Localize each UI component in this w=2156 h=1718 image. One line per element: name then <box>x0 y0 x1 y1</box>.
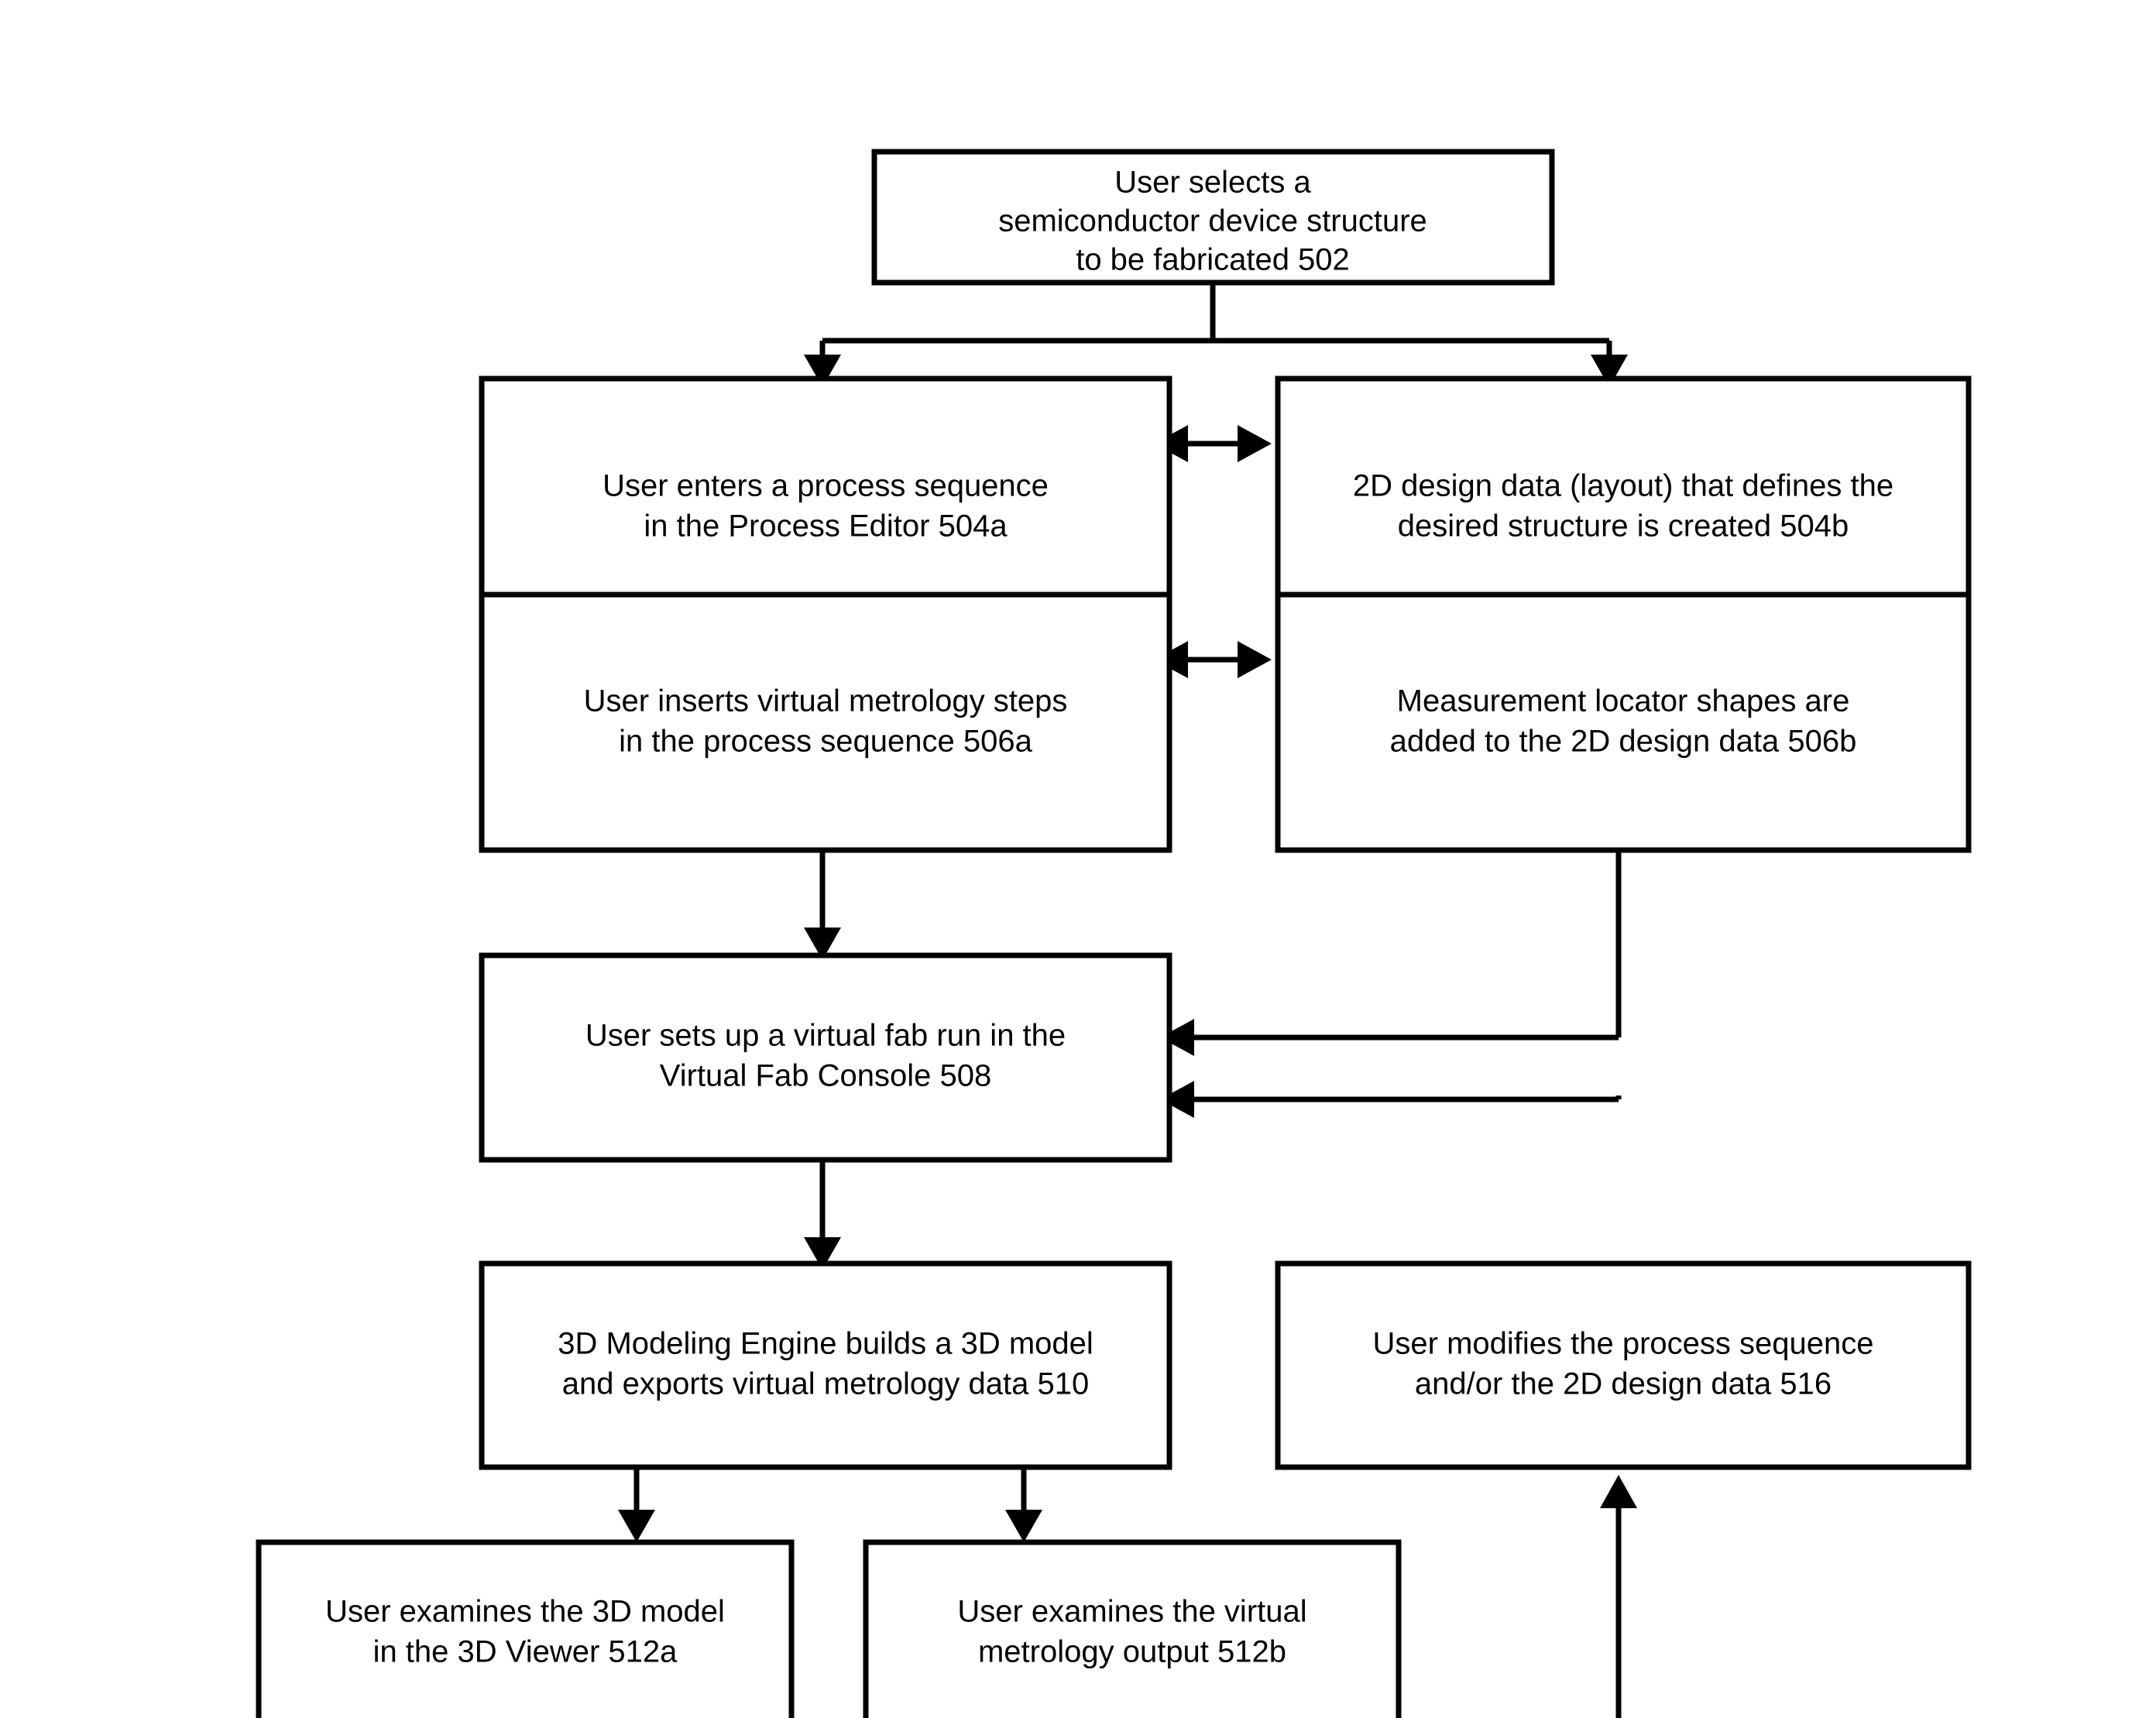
flowchart-page: User selects a semiconductor device stru… <box>0 0 2156 1718</box>
node-506b-box[interactable] <box>1275 592 1972 853</box>
node-506b-line1: Measurement locator shapes are <box>1397 684 1850 718</box>
arrowhead-510-to-512b <box>1005 1510 1042 1542</box>
node-512b-line1: User examines the virtual <box>957 1595 1306 1629</box>
node-512a-line2: in the 3D Viewer 512a <box>373 1635 678 1669</box>
node-516-box[interactable] <box>1275 1260 1972 1470</box>
node-508[interactable]: User sets up a virtual fab run in the Vi… <box>479 952 1172 1163</box>
node-506a-box[interactable] <box>479 592 1172 853</box>
node-506a-line1: User inserts virtual metrology steps <box>584 684 1068 718</box>
node-516-line1: User modifies the process sequence <box>1373 1327 1874 1361</box>
node-516[interactable]: User modifies the process sequence and/o… <box>1275 1260 1972 1470</box>
node-504b-line1: 2D design data (layout) that defines the <box>1353 469 1893 503</box>
node-502-line3: to be fabricated 502 <box>1076 243 1350 277</box>
node-512b-line2: metrology output 512b <box>978 1635 1286 1669</box>
node-506a-line2: in the process sequence 506a <box>619 725 1032 759</box>
arrowhead-no-to-516 <box>1600 1475 1637 1508</box>
node-510-line2: and exports virtual metrology data 510 <box>562 1367 1089 1401</box>
flowchart-svg: User selects a semiconductor device stru… <box>256 149 1972 1718</box>
node-512b-box[interactable] <box>863 1539 1402 1718</box>
node-506a[interactable]: User inserts virtual metrology steps in … <box>479 592 1172 853</box>
node-504b-line2: desired structure is created 504b <box>1398 509 1849 544</box>
node-502-line1: User selects a <box>1114 166 1311 200</box>
node-506b-line2: added to the 2D design data 506b <box>1390 725 1857 759</box>
node-512b[interactable]: User examines the virtual metrology outp… <box>863 1539 1402 1718</box>
arrowhead-504a-to-504b <box>1238 425 1272 462</box>
node-504a-line2: in the Process Editor 504a <box>644 509 1008 544</box>
node-512a[interactable]: User examines the 3D model in the 3D Vie… <box>256 1539 795 1718</box>
node-502[interactable]: User selects a semiconductor device stru… <box>871 149 1555 286</box>
node-508-box[interactable] <box>479 952 1172 1163</box>
arrowhead-510-to-512a <box>618 1510 655 1542</box>
node-510-box[interactable] <box>479 1260 1172 1470</box>
node-508-line1: User sets up a virtual fab run in the <box>585 1019 1066 1053</box>
node-512a-box[interactable] <box>256 1539 795 1718</box>
node-516-line2: and/or the 2D design data 516 <box>1415 1367 1832 1401</box>
node-510-line1: 3D Modeling Engine builds a 3D model <box>558 1327 1093 1361</box>
arrowhead-506a-to-506b <box>1238 641 1272 678</box>
node-512a-line1: User examines the 3D model <box>325 1595 725 1629</box>
node-510[interactable]: 3D Modeling Engine builds a 3D model and… <box>479 1260 1172 1470</box>
node-504a-line1: User enters a process sequence <box>603 469 1049 503</box>
node-506b[interactable]: Measurement locator shapes are added to … <box>1275 592 1972 853</box>
node-502-line2: semiconductor device structure <box>998 204 1427 238</box>
node-508-line2: Virtual Fab Console 508 <box>660 1059 991 1093</box>
